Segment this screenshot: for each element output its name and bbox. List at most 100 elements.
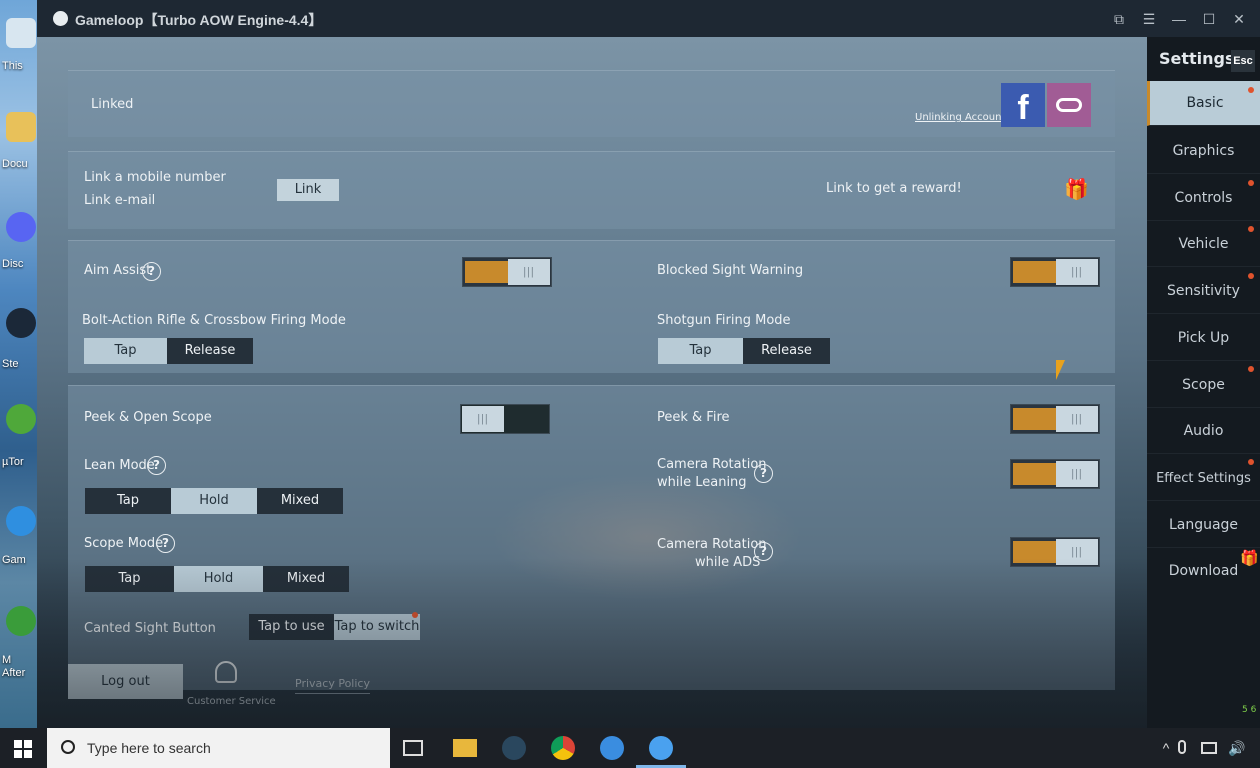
shotgun-tap-option[interactable]: Tap xyxy=(658,338,743,364)
search-icon xyxy=(61,740,75,754)
lean-mixed-option[interactable]: Mixed xyxy=(257,488,343,514)
bolt-tap-option[interactable]: Tap xyxy=(84,338,167,364)
scope-mixed-option[interactable]: Mixed xyxy=(263,566,349,592)
sidebar-item-scope[interactable]: Scope xyxy=(1147,363,1260,408)
bolt-action-segmented: Tap Release xyxy=(84,338,253,364)
privacy-policy-link[interactable]: Privacy Policy xyxy=(295,677,370,694)
shotgun-release-option[interactable]: Release xyxy=(743,338,830,364)
notification-dot xyxy=(1248,87,1254,93)
gameloop-active-taskbar-icon[interactable] xyxy=(649,736,673,760)
peek-fire-toggle[interactable]: ||| xyxy=(1010,404,1100,434)
gift-icon[interactable]: 🎁 xyxy=(1064,179,1089,201)
aim-assist-help-icon[interactable]: ? xyxy=(142,262,161,281)
gift-icon: 🎁 xyxy=(1240,550,1259,567)
lean-mode-label: Lean Mode xyxy=(84,458,155,473)
link-button[interactable]: Link xyxy=(277,179,339,201)
gameloop-logo-icon xyxy=(53,11,68,26)
lean-hold-option[interactable]: Hold xyxy=(171,488,257,514)
xbox-icon[interactable] xyxy=(6,606,36,636)
canted-tap-to-use-option[interactable]: Tap to use xyxy=(249,614,334,640)
camera-lean-help-icon[interactable]: ? xyxy=(754,464,773,483)
sidebar-item-audio[interactable]: Audio xyxy=(1147,409,1260,454)
sidebar-item-basic[interactable]: Basic xyxy=(1147,81,1260,126)
task-view-icon[interactable] xyxy=(403,740,423,756)
customer-service-icon[interactable] xyxy=(215,661,237,683)
sidebar-item-controls[interactable]: Controls xyxy=(1147,176,1260,221)
file-explorer-icon[interactable] xyxy=(453,739,477,757)
mouse-cursor-icon xyxy=(1056,360,1065,380)
volume-icon[interactable]: 🔊 xyxy=(1225,736,1249,760)
facebook-icon[interactable]: f xyxy=(1001,83,1045,127)
link-mobile-label: Link a mobile number xyxy=(84,170,226,185)
toggle-fill xyxy=(1013,261,1059,283)
discord-icon[interactable] xyxy=(6,212,36,242)
logout-button[interactable]: Log out xyxy=(68,664,183,699)
settings-content: Linked Unlinking Accounts f Link a mobil… xyxy=(37,37,1147,728)
taskbar-search[interactable]: Type here to search xyxy=(47,728,390,768)
camera-ads-toggle[interactable]: ||| xyxy=(1010,537,1100,567)
unlink-accounts-link[interactable]: Unlinking Accounts xyxy=(915,112,1011,123)
toggle-knob: ||| xyxy=(462,406,504,432)
this-pc-icon[interactable] xyxy=(6,18,36,48)
sidebar-item-pick-up[interactable]: Pick Up xyxy=(1147,316,1260,361)
notification-dot xyxy=(1248,459,1254,465)
menu-icon[interactable]: ☰ xyxy=(1138,8,1160,30)
link-contact-panel: Link a mobile number Link e-mail Link Li… xyxy=(68,151,1115,229)
microphone-icon[interactable] xyxy=(1178,740,1186,754)
camera-ads-help-icon[interactable]: ? xyxy=(754,542,773,561)
network-icon[interactable] xyxy=(1201,742,1217,754)
customer-service-label[interactable]: Customer Service xyxy=(187,696,276,707)
shotgun-mode-segmented: Tap Release xyxy=(658,338,830,364)
search-placeholder: Type here to search xyxy=(87,740,211,756)
toggle-knob: ||| xyxy=(1056,406,1098,432)
utorrent-icon[interactable] xyxy=(6,404,36,434)
aim-assist-toggle[interactable]: ||| xyxy=(462,257,552,287)
maximize-button[interactable]: ☐ xyxy=(1198,8,1220,30)
pin-icon[interactable]: ⧉ xyxy=(1108,8,1130,30)
esc-button[interactable]: Esc xyxy=(1231,50,1255,72)
scope-hold-option[interactable]: Hold xyxy=(174,566,263,592)
sidebar-item-language[interactable]: Language xyxy=(1147,503,1260,548)
emulator-window: Gameloop【Turbo AOW Engine-4.4】 ⧉ ☰ — ☐ ✕… xyxy=(37,0,1260,728)
steam-taskbar-icon[interactable] xyxy=(502,736,526,760)
toggle-knob: ||| xyxy=(1056,259,1098,285)
chrome-icon[interactable] xyxy=(551,736,575,760)
blocked-sight-toggle[interactable]: ||| xyxy=(1010,257,1100,287)
sidebar-item-effect-settings[interactable]: Effect Settings xyxy=(1147,456,1260,501)
peek-open-scope-label: Peek & Open Scope xyxy=(84,410,212,425)
new-badge xyxy=(412,612,418,618)
lean-mode-help-icon[interactable]: ? xyxy=(147,456,166,475)
sidebar-item-graphics[interactable]: Graphics xyxy=(1147,129,1260,174)
steam-icon[interactable] xyxy=(6,308,36,338)
sidebar-item-vehicle[interactable]: Vehicle xyxy=(1147,222,1260,267)
chevron-up-icon[interactable]: ^ xyxy=(1154,736,1178,760)
link-email-label: Link e-mail xyxy=(84,193,156,208)
scope-mode-help-icon[interactable]: ? xyxy=(156,534,175,553)
desktop-background: This Docu Disc Ste µTor Gam M After xyxy=(0,0,37,728)
toggle-knob: ||| xyxy=(1056,539,1098,565)
gamepad-icon[interactable] xyxy=(1047,83,1091,127)
window-title: Gameloop【Turbo AOW Engine-4.4】 xyxy=(75,12,323,28)
peek-open-scope-toggle[interactable]: ||| xyxy=(460,404,550,434)
desktop-label: Ste xyxy=(2,358,19,370)
scope-mode-label: Scope Mode xyxy=(84,536,164,551)
fps-counter: 5 6 xyxy=(1242,705,1257,715)
documents-folder-icon[interactable] xyxy=(6,112,36,142)
bolt-release-option[interactable]: Release xyxy=(167,338,253,364)
peek-scope-panel: Peek & Open Scope ||| Lean Mode ? Tap Ho… xyxy=(68,385,1115,690)
minimize-button[interactable]: — xyxy=(1168,8,1190,30)
desktop-label: This xyxy=(2,60,23,72)
lean-tap-option[interactable]: Tap xyxy=(85,488,171,514)
windows-start-icon[interactable] xyxy=(14,740,32,758)
canted-tap-to-switch-option[interactable]: Tap to switch xyxy=(334,614,420,640)
camera-lean-toggle[interactable]: ||| xyxy=(1010,459,1100,489)
notification-dot xyxy=(1248,180,1254,186)
close-button[interactable]: ✕ xyxy=(1228,8,1250,30)
settings-sidebar: Settings Esc Basic Graphics Controls Veh… xyxy=(1147,37,1260,728)
scope-tap-option[interactable]: Tap xyxy=(85,566,174,592)
sidebar-item-sensitivity[interactable]: Sensitivity xyxy=(1147,269,1260,314)
toggle-fill xyxy=(1013,541,1059,563)
gameloop-taskbar-icon[interactable] xyxy=(600,736,624,760)
gameloop-icon[interactable] xyxy=(6,506,36,536)
desktop-label: Docu xyxy=(2,158,28,170)
